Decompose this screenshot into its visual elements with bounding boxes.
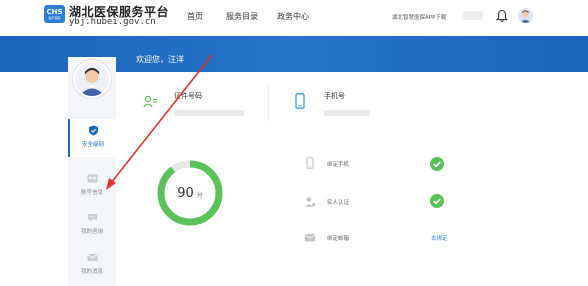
site-url: ybj.hubei.gov.cn <box>69 17 156 27</box>
id-card-icon <box>87 174 97 183</box>
sidebar-item-label: 安全级别 <box>81 142 104 148</box>
sidebar-item-my-messages[interactable]: 我的消息 <box>68 246 116 284</box>
logo-subtext: 医疗保障 <box>48 15 61 20</box>
welcome-text: 欢迎您，汪洋 <box>136 55 184 64</box>
bind-phone-label: 绑定手机 <box>327 162 350 168</box>
mobile-phone-icon <box>295 93 305 109</box>
check-circle-icon <box>430 157 444 171</box>
id-person-icon <box>143 95 157 108</box>
bind-email-link[interactable]: 去绑定 <box>431 234 448 242</box>
person-icon <box>305 197 316 207</box>
sidebar-item-account-info[interactable]: 账号信息 <box>68 167 116 205</box>
sidebar-item-label: 我的消息 <box>80 269 103 275</box>
sidebar-item-label: 账号信息 <box>80 190 103 196</box>
shield-icon <box>88 125 98 136</box>
nav-home[interactable]: 首页 <box>187 11 203 22</box>
header-avatar[interactable] <box>518 8 533 23</box>
chat-icon <box>87 214 97 222</box>
sidebar-item-security-level[interactable]: 安全级别 <box>68 119 116 157</box>
app-download-link[interactable]: 湖北智慧医保APP下载 <box>392 13 446 21</box>
user-name-redacted[interactable] <box>463 11 483 20</box>
site-logo[interactable]: CHS 医疗保障 <box>44 5 65 23</box>
top-header: CHS 医疗保障 湖北医保服务平台 ybj.hubei.gov.cn 首页 服务… <box>0 0 588 36</box>
phone-label: 手机号 <box>324 92 345 100</box>
id-number-value-redacted <box>174 110 244 116</box>
info-divider <box>268 85 269 121</box>
phone-value-redacted <box>324 110 370 116</box>
mail-icon <box>304 234 316 242</box>
phone-icon <box>306 157 314 169</box>
nav-government-center[interactable]: 政务中心 <box>277 11 309 22</box>
bell-icon[interactable] <box>496 9 508 23</box>
real-name-auth-label: 实人认证 <box>327 200 350 206</box>
check-circle-icon <box>430 194 444 208</box>
score-unit: 分 <box>196 192 203 199</box>
sidebar-item-label: 我的咨询 <box>80 229 103 235</box>
profile-avatar <box>73 60 111 98</box>
id-number-label: 证件号码 <box>174 92 202 100</box>
score-value: 90 <box>177 185 194 201</box>
bind-email-label: 绑定邮箱 <box>327 236 350 242</box>
logo-text: CHS <box>46 7 63 16</box>
security-score: 90 分 <box>156 159 224 227</box>
sidebar-item-my-consultation[interactable]: 我的咨询 <box>68 206 116 244</box>
mail-icon <box>87 254 97 261</box>
nav-service-directory[interactable]: 服务目录 <box>226 11 258 22</box>
